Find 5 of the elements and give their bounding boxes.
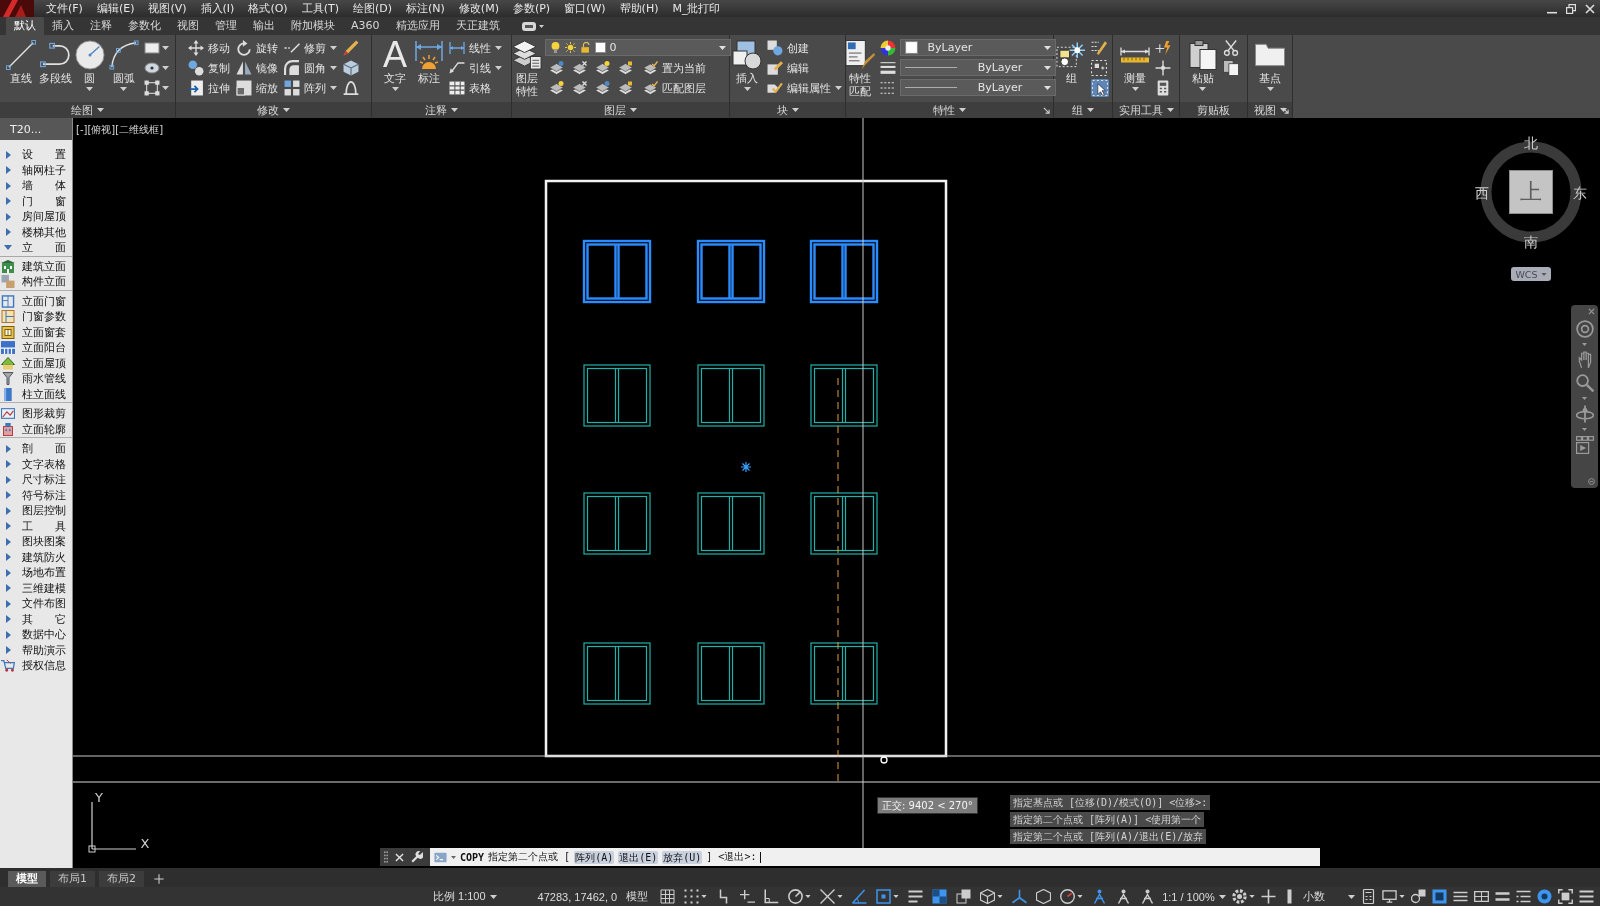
tooltip: 正交: 9402 < 270° — [877, 797, 978, 814]
palette-title: T20... — [0, 118, 72, 140]
axis-label: Y — [95, 790, 103, 805]
coordinates-readout: 47283, 17462, 0 — [537, 890, 618, 903]
axis-label: X — [140, 836, 150, 851]
